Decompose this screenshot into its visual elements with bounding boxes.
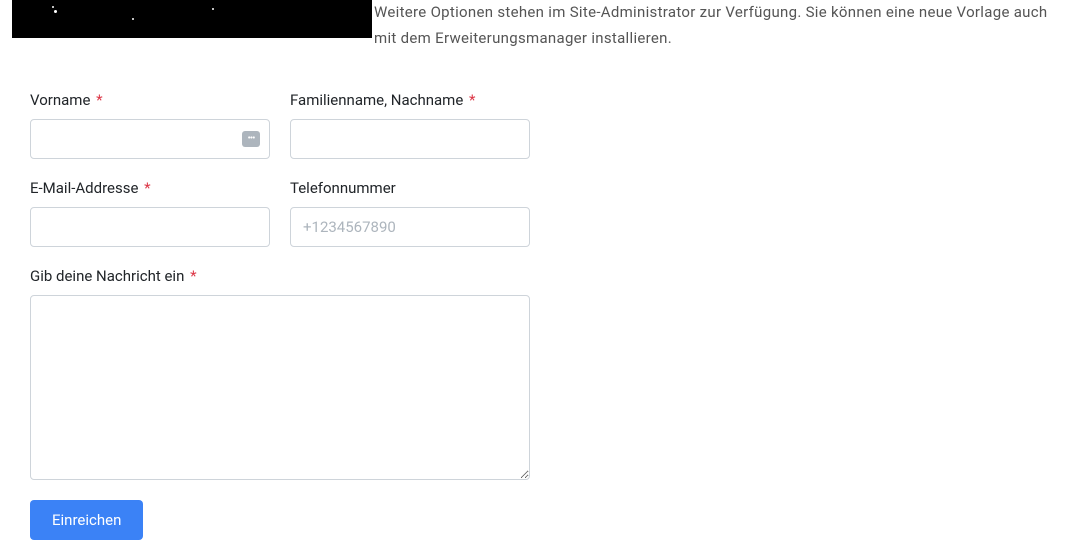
message-textarea[interactable] xyxy=(30,295,530,480)
last-name-label-text: Familienname, Nachname xyxy=(290,91,463,109)
required-indicator: * xyxy=(469,91,475,109)
email-label-text: E-Mail-Addresse xyxy=(30,179,138,197)
phone-label-text: Telefonnummer xyxy=(290,179,396,197)
email-label: E-Mail-Addresse * xyxy=(30,179,270,197)
hero-image xyxy=(12,0,372,38)
phone-group: Telefonnummer xyxy=(290,179,530,247)
hero-description: Weitere Optionen stehen im Site-Administ… xyxy=(372,0,1076,51)
last-name-group: Familienname, Nachname * xyxy=(290,91,530,159)
autofill-icon: ••• xyxy=(242,131,260,147)
required-indicator: * xyxy=(190,267,196,285)
email-input[interactable] xyxy=(30,207,270,247)
submit-button[interactable]: Einreichen xyxy=(30,500,143,540)
email-group: E-Mail-Addresse * xyxy=(30,179,270,247)
required-indicator: * xyxy=(96,91,102,109)
last-name-input[interactable] xyxy=(290,119,530,159)
required-indicator: * xyxy=(144,179,150,197)
message-label-text: Gib deine Nachricht ein xyxy=(30,267,184,285)
last-name-label: Familienname, Nachname * xyxy=(290,91,530,109)
message-group: Gib deine Nachricht ein * xyxy=(30,267,530,480)
phone-input[interactable] xyxy=(290,207,530,247)
first-name-input[interactable] xyxy=(30,119,270,159)
phone-label: Telefonnummer xyxy=(290,179,530,197)
first-name-label: Vorname * xyxy=(30,91,270,109)
hero-area: Weitere Optionen stehen im Site-Administ… xyxy=(0,0,1076,51)
message-label: Gib deine Nachricht ein * xyxy=(30,267,530,285)
contact-form: Vorname * ••• Familienname, Nachname * E… xyxy=(0,91,560,540)
first-name-label-text: Vorname xyxy=(30,91,90,109)
first-name-group: Vorname * ••• xyxy=(30,91,270,159)
